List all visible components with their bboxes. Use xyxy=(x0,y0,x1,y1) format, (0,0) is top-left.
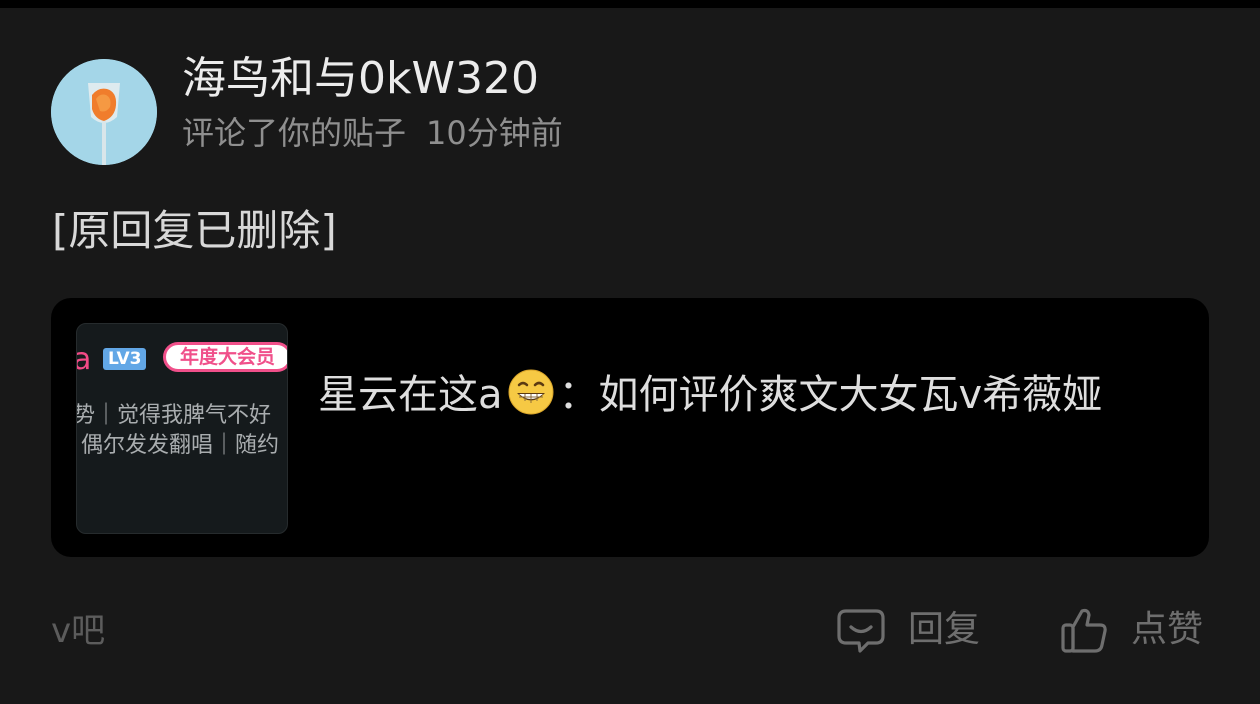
like-button[interactable]: 点赞 xyxy=(1059,604,1203,656)
forum-name[interactable]: v吧 xyxy=(51,610,105,652)
reply-content: [原回复已删除] xyxy=(52,206,337,255)
post-card[interactable]: a LV3 年度大会员 势｜觉得我脾气不好 偶尔发发翻唱｜随约 星云在这a ：如… xyxy=(51,298,1209,557)
vip-badge: 年度大会员 xyxy=(163,342,287,372)
post-thumbnail: a LV3 年度大会员 势｜觉得我脾气不好 偶尔发发翻唱｜随约 xyxy=(76,323,288,534)
level-badge: LV3 xyxy=(103,348,147,370)
thumbnail-text-line: 势｜觉得我脾气不好 xyxy=(76,403,272,428)
notification-page: 海鸟和与0kW320 评论了你的贴子 10分钟前 [原回复已删除] a LV3 年… xyxy=(0,0,1260,704)
thumbnail-header: a LV3 年度大会员 xyxy=(77,342,287,378)
user-name[interactable]: 海鸟和与0kW320 xyxy=(182,52,539,106)
thumbs-up-icon xyxy=(1061,608,1107,653)
avatar-drink-icon xyxy=(51,59,157,165)
top-divider xyxy=(0,0,1260,8)
timestamp: 10分钟前 xyxy=(426,114,563,152)
comment-bubble-icon xyxy=(837,609,885,653)
post-title[interactable]: 星云在这a ：如何评价爽文大女瓦v希薇娅 xyxy=(318,362,1166,428)
reply-button[interactable]: 回复 xyxy=(836,604,980,656)
thumbnail-name-fragment: a xyxy=(77,342,91,378)
reply-label: 回复 xyxy=(908,609,981,650)
grinning-face-emoji-icon xyxy=(508,369,554,415)
like-label: 点赞 xyxy=(1131,609,1204,650)
notification-meta: 评论了你的贴子 10分钟前 xyxy=(182,112,563,154)
avatar[interactable] xyxy=(51,59,157,165)
post-author: 星云在这a xyxy=(318,372,503,418)
thumbnail-text-line: 偶尔发发翻唱｜随约 xyxy=(81,433,280,458)
post-title-text: 如何评价爽文大女瓦v希薇娅 xyxy=(598,372,1103,418)
title-separator: ： xyxy=(558,372,599,418)
action-text: 评论了你的贴子 xyxy=(182,114,407,152)
